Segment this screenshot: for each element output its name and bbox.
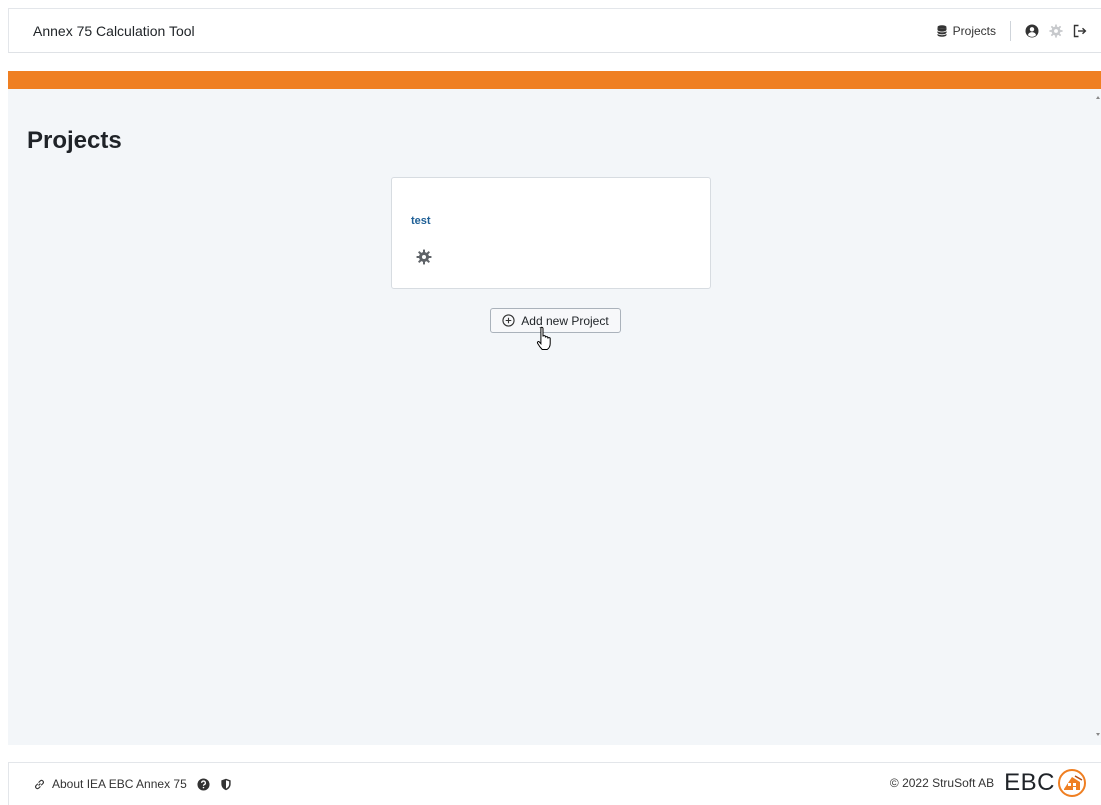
link-icon [35,779,44,789]
project-link[interactable]: test [411,215,431,227]
footer-right: © 2022 StruSoft AB EBC [890,768,1087,798]
scroll-up-arrow-icon[interactable] [1096,96,1100,99]
accent-bar [8,71,1101,89]
project-card: test [391,177,711,289]
shield-icon[interactable] [220,778,232,791]
help-icon[interactable] [197,777,210,791]
nav-projects-link[interactable]: Projects [936,24,996,38]
add-new-project-button[interactable]: Add new Project [490,308,621,333]
scrollbar[interactable] [1095,89,1101,745]
plus-circle-icon [502,314,515,327]
project-settings-gear-icon[interactable] [416,249,432,265]
nav-right: Projects [936,21,1089,41]
user-icon[interactable] [1023,22,1041,40]
scroll-down-arrow-icon[interactable] [1096,733,1100,736]
add-new-project-label: Add new Project [521,313,609,328]
nav-divider [1010,21,1011,41]
ebc-building-logo-icon[interactable] [1057,768,1087,798]
nav-projects-label: Projects [952,24,996,38]
hand-cursor-icon [536,326,551,350]
about-label: About IEA EBC Annex 75 [52,777,187,791]
footer-left: About IEA EBC Annex 75 [33,777,232,791]
top-navbar: Annex 75 Calculation Tool Projects [8,8,1101,53]
copyright-text: © 2022 StruSoft AB [889,776,995,790]
page-title: Projects [27,127,122,154]
footer: About IEA EBC Annex 75 © 2022 StruSoft A… [8,762,1101,805]
app-title[interactable]: Annex 75 Calculation Tool [33,23,195,39]
gear-icon[interactable] [1047,22,1065,40]
logout-icon[interactable] [1071,22,1089,40]
ebc-logo-text[interactable]: EBC [1004,769,1055,797]
about-link[interactable]: About IEA EBC Annex 75 [33,777,187,791]
database-icon [936,25,947,37]
